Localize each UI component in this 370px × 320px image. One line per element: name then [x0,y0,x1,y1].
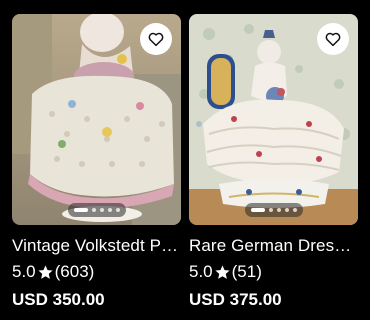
listing-title[interactable]: Rare German Dresden Lace Lady Figurine [189,235,358,257]
listing-rating: 5.0 (603) [12,261,181,283]
pager-dot [107,208,112,212]
star-icon [38,264,53,279]
listing-image[interactable] [189,14,358,225]
pager-dot [99,208,104,212]
review-count: (603) [54,262,95,281]
image-pager[interactable] [244,203,303,217]
rating-value: 5.0 [12,262,36,281]
star-icon [215,264,230,279]
pager-dot-active [73,208,88,212]
pager-dot [276,208,281,212]
listing-rating: 5.0 (51) [189,261,358,283]
listing-price: USD 350.00 [12,290,105,309]
listing-card[interactable]: Vintage Volkstedt Porcelain Lace Figurin… [12,14,181,311]
listing-title[interactable]: Vintage Volkstedt Porcelain Lace Figurin… [12,235,181,257]
heart-outline-icon [148,32,164,47]
pager-dot [268,208,273,212]
review-count: (51) [231,262,262,281]
heart-outline-icon [325,32,341,47]
rating-value: 5.0 [189,262,213,281]
pager-dot [115,208,120,212]
image-pager[interactable] [67,203,126,217]
pager-dot [91,208,96,212]
pager-dot-active [250,208,265,212]
listing-price: USD 375.00 [189,290,282,309]
listing-image[interactable] [12,14,181,225]
listing-card[interactable]: Rare German Dresden Lace Lady Figurine 5… [189,14,358,311]
pager-dot [284,208,289,212]
favorite-button[interactable] [317,23,349,55]
favorite-button[interactable] [140,23,172,55]
pager-dot [292,208,297,212]
listing-grid: Vintage Volkstedt Porcelain Lace Figurin… [0,0,370,320]
